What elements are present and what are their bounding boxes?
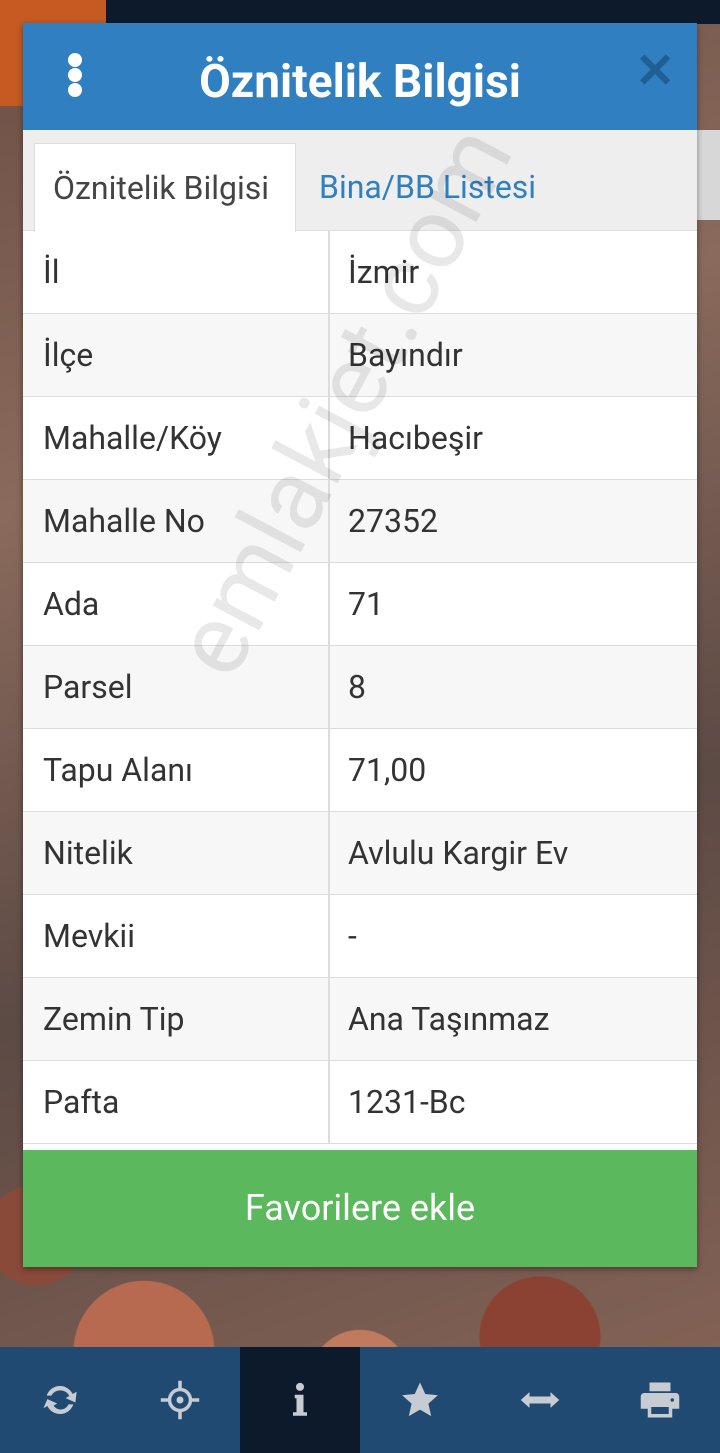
attribute-dialog: Öznitelik Bilgisi ✕ Öznitelik Bilgisi Bi…: [23, 23, 697, 1267]
table-row: Mahalle/Köy Hacıbeşir: [23, 397, 697, 480]
top-strip: [0, 0, 720, 106]
row-value: İzmir: [348, 253, 420, 291]
measure-button[interactable]: [480, 1347, 600, 1453]
print-icon: [640, 1382, 680, 1418]
row-value: Avlulu Kargir Ev: [348, 834, 569, 872]
row-key: Mevkii: [23, 895, 330, 977]
table-row: Nitelik Avlulu Kargir Ev: [23, 812, 697, 895]
table-row: İlçe Bayındır: [23, 314, 697, 397]
row-value: 71,00: [348, 751, 427, 789]
row-key: İl: [23, 231, 330, 313]
row-key: Pafta: [23, 1061, 330, 1143]
row-key: Ada: [23, 563, 330, 645]
favorites-button[interactable]: [360, 1347, 480, 1453]
attribute-table: İl İzmir İlçe Bayındır Mahalle/Köy Hacıbeşi…: [23, 231, 697, 1144]
table-row: Tapu Alanı 71,00: [23, 729, 697, 812]
row-value: Bayındır: [348, 336, 463, 374]
crosshair-icon: [160, 1380, 200, 1420]
dialog-title: Öznitelik Bilgisi: [199, 55, 521, 109]
add-favorite-button[interactable]: Favorilere ekle: [23, 1150, 697, 1267]
row-key: Nitelik: [23, 812, 330, 894]
row-key: Zemin Tip: [23, 978, 330, 1060]
print-button[interactable]: [600, 1347, 720, 1453]
row-value: 1231-Bc: [348, 1083, 466, 1121]
tab-attribute-info[interactable]: Öznitelik Bilgisi: [34, 143, 296, 232]
row-value: 71: [348, 585, 384, 623]
row-value: Ana Taşınmaz: [348, 1000, 550, 1038]
table-row: Mahalle No 27352: [23, 480, 697, 563]
table-row: Zemin Tip Ana Taşınmaz: [23, 978, 697, 1061]
refresh-button[interactable]: [0, 1347, 120, 1453]
row-key: Mahalle/Köy: [23, 397, 330, 479]
measure-icon: [520, 1392, 560, 1408]
side-panel-handle[interactable]: [694, 130, 720, 220]
tab-building-list[interactable]: Bina/BB Listesi: [301, 143, 554, 231]
tab-bar: Öznitelik Bilgisi Bina/BB Listesi: [23, 130, 697, 232]
row-key: İlçe: [23, 314, 330, 396]
table-row: Pafta 1231-Bc: [23, 1061, 697, 1144]
row-value: 27352: [348, 502, 438, 540]
row-key: Parsel: [23, 646, 330, 728]
bottom-toolbar: [0, 1347, 720, 1453]
table-row: Ada 71: [23, 563, 697, 646]
row-value: -: [348, 917, 357, 955]
row-value: Hacıbeşir: [348, 419, 483, 457]
table-row: Mevkii -: [23, 895, 697, 978]
table-row: İl İzmir: [23, 231, 697, 314]
refresh-icon: [43, 1386, 77, 1414]
info-icon: [293, 1382, 307, 1416]
dialog-header: Öznitelik Bilgisi ✕: [23, 23, 697, 130]
info-button[interactable]: [240, 1347, 360, 1453]
row-key: Tapu Alanı: [23, 729, 330, 811]
row-key: Mahalle No: [23, 480, 330, 562]
row-value: 8: [348, 668, 366, 706]
close-icon[interactable]: ✕: [635, 47, 675, 95]
locate-button[interactable]: [120, 1347, 240, 1453]
table-row: Parsel 8: [23, 646, 697, 729]
star-icon: [402, 1382, 438, 1417]
